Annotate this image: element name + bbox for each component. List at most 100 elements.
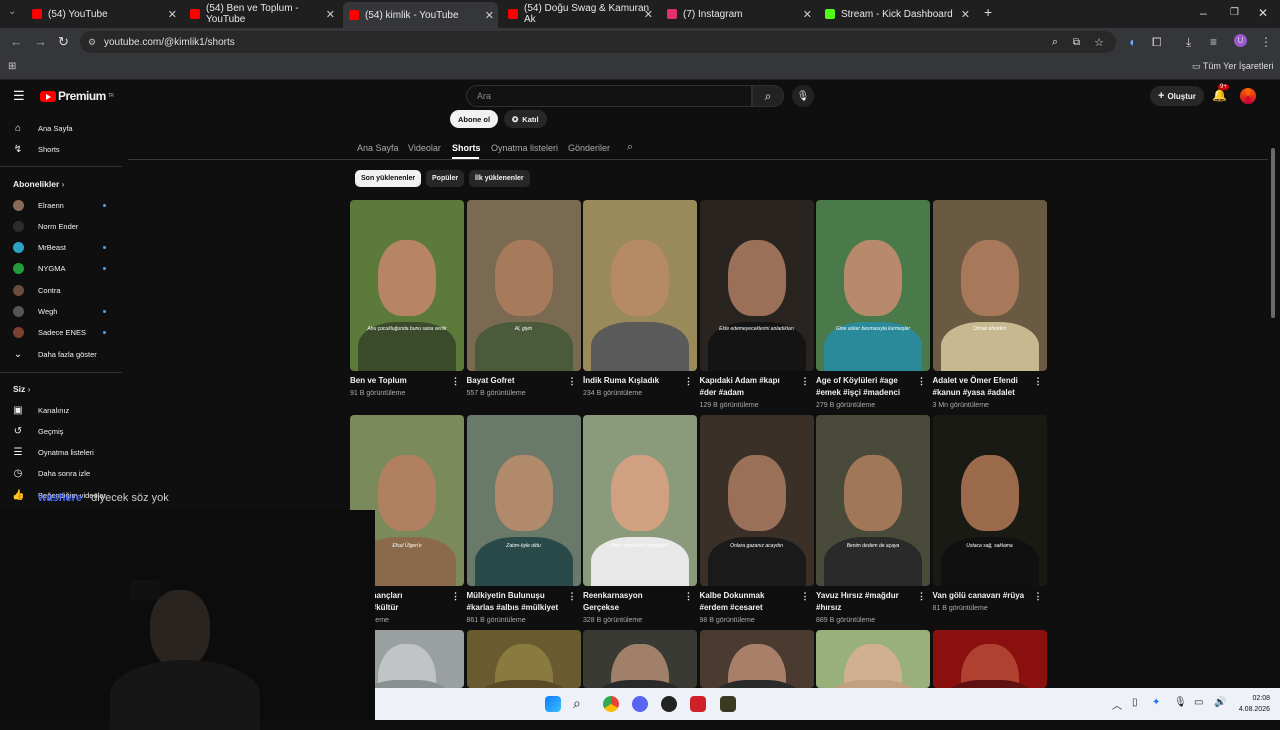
bookmark-star-icon[interactable]: ☆	[1094, 36, 1104, 49]
browser-tab[interactable]: (54) Doğu Swag & Kamuran Ak ✕	[502, 3, 657, 25]
close-window-button[interactable]: ✕	[1258, 6, 1268, 20]
short-thumbnail[interactable]: Onlara gazanız acaydın	[699, 415, 814, 586]
tab-close-icon[interactable]: ✕	[803, 8, 812, 21]
chip-oldest[interactable]: İlk yüklenenler	[469, 170, 530, 187]
sidebar-subscription-item[interactable]: MrBeast	[0, 238, 122, 258]
apps-grid-icon[interactable]: ⊞	[8, 61, 16, 72]
sidebar-item-home[interactable]: ⌂ Ana Sayfa	[0, 118, 122, 138]
tab-playlists[interactable]: Oynatma listeleri	[491, 143, 558, 153]
more-options-icon[interactable]: ⋮	[801, 376, 810, 387]
tray-chevron-icon[interactable]: ︿	[1112, 697, 1122, 712]
forward-icon[interactable]: →	[34, 34, 47, 49]
short-thumbnail[interactable]: Gine asker besmasıyla kurmeşler	[816, 200, 930, 371]
more-options-icon[interactable]: ⋮	[917, 591, 926, 602]
short-title[interactable]: Adalet ve Ömer Efendi #kanun #yasa #adale…	[933, 375, 1033, 399]
more-options-icon[interactable]: ⋮	[568, 376, 577, 387]
omnibox[interactable]: ⚙ youtube.com/@kimlik1/shorts ⌕ ⧉ ☆	[80, 31, 1116, 53]
new-tab-button[interactable]: +	[984, 4, 992, 20]
minimize-button[interactable]: –	[1200, 6, 1207, 20]
maximize-button[interactable]: ❐	[1230, 7, 1239, 18]
voice-search-button[interactable]: 🎙	[792, 85, 814, 107]
page-scrollbar[interactable]	[1271, 148, 1275, 318]
all-bookmarks-button[interactable]: ▭ Tüm Yer İşaretleri	[1192, 61, 1273, 72]
short-thumbnail[interactable]: Olmaz efendim	[932, 200, 1047, 371]
profile-avatar[interactable]: U	[1234, 34, 1247, 47]
hamburger-menu-icon[interactable]: ☰	[13, 88, 25, 104]
more-options-icon[interactable]: ⋮	[451, 376, 460, 387]
tab-home[interactable]: Ana Sayfa	[357, 143, 399, 153]
app-red-taskbar-icon[interactable]	[690, 696, 706, 712]
subscribe-button[interactable]: Abone ol	[450, 110, 499, 128]
chip-latest[interactable]: Son yüklenenler	[355, 170, 422, 187]
notifications-button[interactable]: 🔔 9+	[1212, 84, 1229, 102]
short-title[interactable]: Ben ve Toplum	[350, 375, 450, 387]
browser-tab[interactable]: (7) Instagram ✕	[661, 4, 816, 24]
chrome-taskbar-icon[interactable]	[603, 696, 619, 712]
tray-display-icon[interactable]: ▭	[1194, 697, 1203, 708]
tray-volume-icon[interactable]: 🔊	[1214, 697, 1226, 708]
tray-bluetooth-icon[interactable]: ✦	[1152, 697, 1160, 708]
sidebar-subscription-item[interactable]: Sadece ENES	[0, 323, 122, 343]
short-title[interactable]: İndik Ruma Kışladık	[583, 375, 683, 387]
short-thumbnail[interactable]: Benim dedem de açaya	[816, 415, 930, 586]
short-title[interactable]: Age of Köylüleri #age #emek #işçi #madenc…	[816, 375, 916, 399]
discord-taskbar-icon[interactable]	[632, 696, 648, 712]
tab-posts[interactable]: Gönderiler	[568, 143, 610, 153]
short-thumbnail[interactable]: Ustaca sağ, saklama	[932, 415, 1047, 586]
windows-start-icon[interactable]	[545, 696, 561, 712]
tab-shorts[interactable]: Shorts	[452, 143, 481, 153]
system-clock[interactable]: 02:08 4.08.2026	[1239, 693, 1270, 715]
short-thumbnail[interactable]	[583, 200, 697, 371]
reading-list-icon[interactable]: ≡	[1210, 35, 1217, 49]
account-avatar[interactable]	[1240, 88, 1256, 104]
short-thumbnail[interactable]: Al, giyin	[466, 200, 581, 371]
download-icon[interactable]: ⤓	[1186, 35, 1191, 50]
browser-tab[interactable]: (54) Ben ve Toplum - YouTube ✕	[184, 3, 339, 25]
you-heading[interactable]: Siz ›	[13, 384, 31, 394]
tab-close-icon[interactable]: ✕	[961, 8, 970, 21]
join-button[interactable]: ✪ Katıl	[504, 110, 547, 128]
menu-kebab-icon[interactable]: ⋮	[1260, 35, 1272, 49]
tab-close-icon[interactable]: ✕	[485, 9, 494, 22]
short-title[interactable]: Kalbe Dokunmak #erdem #cesaret	[700, 590, 800, 614]
short-thumbnail[interactable]: Ahu çocukluğunda bunu sana verilir	[350, 200, 464, 371]
short-title[interactable]: Bayat Gofret	[467, 375, 567, 387]
more-options-icon[interactable]: ⋮	[684, 376, 693, 387]
app-dark-taskbar-icon[interactable]	[720, 696, 736, 712]
more-options-icon[interactable]: ⋮	[568, 591, 577, 602]
tab-close-icon[interactable]: ✕	[326, 8, 335, 21]
taskbar-search-icon[interactable]: ⌕	[573, 695, 581, 712]
extensions-icon[interactable]: ⧠	[1152, 35, 1162, 50]
zoom-icon[interactable]: ⌕	[1052, 36, 1058, 49]
site-info-icon[interactable]: ⚙	[88, 37, 96, 48]
short-thumbnail[interactable]	[816, 630, 930, 688]
cast-icon[interactable]: ⧉	[1073, 37, 1080, 48]
sidebar-you-item[interactable]: ☰ Oynatma listeleri	[0, 443, 122, 463]
short-thumbnail[interactable]: Elde edemeyeceklerini anladıkları	[699, 200, 814, 371]
extension-audio-icon[interactable]: ◖	[1128, 35, 1135, 49]
tray-mic-icon[interactable]: 🎙	[1174, 697, 1187, 708]
sidebar-you-item[interactable]: ↺ Geçmiş	[0, 421, 122, 441]
tab-search-icon[interactable]: ⌄	[8, 6, 16, 17]
short-thumbnail[interactable]	[699, 630, 814, 688]
more-options-icon[interactable]: ⋮	[1034, 591, 1043, 602]
more-options-icon[interactable]: ⋮	[684, 591, 693, 602]
tab-videos[interactable]: Videolar	[408, 143, 441, 153]
more-options-icon[interactable]: ⋮	[1034, 376, 1043, 387]
tray-usb-icon[interactable]: ▯	[1132, 697, 1138, 708]
app-taskbar-icon[interactable]	[661, 696, 677, 712]
more-options-icon[interactable]: ⋮	[801, 591, 810, 602]
short-thumbnail[interactable]	[583, 630, 697, 688]
short-title[interactable]: Kapıdaki Adam #kapı #der #adam	[700, 375, 800, 399]
reload-icon[interactable]: ↻	[58, 34, 69, 50]
sidebar-subscription-item[interactable]: Wegh	[0, 302, 122, 322]
youtube-premium-logo[interactable]: Premium TR	[40, 89, 114, 103]
create-button[interactable]: + Oluştur	[1150, 86, 1204, 106]
browser-tab[interactable]: (54) kimlik - YouTube ✕	[343, 2, 498, 28]
more-options-icon[interactable]: ⋮	[451, 591, 460, 602]
sidebar-subscription-item[interactable]: Contra	[0, 280, 122, 300]
sidebar-you-item[interactable]: ◷ Daha sonra izle	[0, 464, 122, 484]
back-icon[interactable]: ←	[10, 34, 23, 49]
more-options-icon[interactable]: ⋮	[917, 376, 926, 387]
sidebar-show-more[interactable]: ⌄ Daha fazla göster	[0, 344, 122, 364]
